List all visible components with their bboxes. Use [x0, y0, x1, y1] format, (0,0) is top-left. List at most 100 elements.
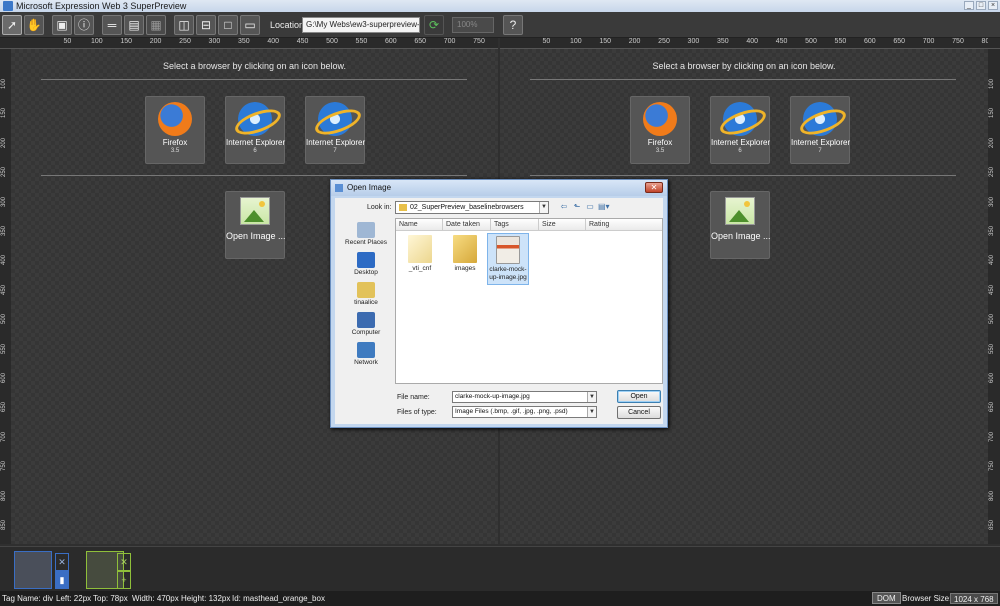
snapshot-thumbnail-blue[interactable]: [14, 551, 52, 589]
files-of-type-value: Image Files (.bmp, .gif, .jpg, .png, .ps…: [455, 408, 568, 415]
grid-icon[interactable]: ▤: [124, 15, 144, 35]
chevron-down-icon: ▼: [539, 202, 548, 213]
file-name-input[interactable]: clarke-mock-up-image.jpg ▼: [452, 391, 597, 403]
open-image-tile[interactable]: Open Image ...: [225, 191, 286, 259]
browser-name: Firefox: [647, 138, 673, 147]
app-icon: [3, 1, 13, 11]
onion-skin-layout-icon[interactable]: ▭: [240, 15, 260, 35]
close-window-button[interactable]: ×: [988, 1, 998, 10]
close-snapshot-icon[interactable]: ✕: [117, 553, 131, 571]
folder-icon: [408, 235, 432, 263]
help-icon[interactable]: ?: [503, 15, 523, 35]
single-layout-icon[interactable]: □: [218, 15, 238, 35]
refresh-icon[interactable]: ⟳: [424, 15, 444, 35]
ruler-tick-label: 750: [1, 461, 7, 472]
back-icon[interactable]: ⇦: [559, 202, 569, 211]
places-bar: Recent Places Desktop tinaalice Computer…: [338, 218, 394, 398]
status-tag-name: Tag Name: div: [2, 594, 54, 603]
side-by-side-layout-icon[interactable]: ◫: [174, 15, 194, 35]
ruler-tick-label: 850: [1, 519, 7, 530]
cancel-button[interactable]: Cancel: [617, 406, 661, 419]
divider: [530, 79, 956, 80]
open-image-tile[interactable]: Open Image ...: [710, 191, 771, 259]
ruler-tick-label: 600: [1, 372, 7, 383]
place-desktop[interactable]: Desktop: [338, 252, 394, 276]
browser-tile-ie7[interactable]: Internet Explorer 7: [790, 96, 850, 164]
ie-icon: [318, 102, 352, 136]
image-icon: [240, 197, 270, 225]
ruler-tick-label: 450: [296, 38, 309, 45]
ruler-tick-label: 700: [989, 431, 995, 442]
close-snapshot-icon[interactable]: ✕: [55, 553, 69, 571]
look-in-dropdown[interactable]: 02_SuperPreview_baselinebrowsers ▼: [395, 201, 549, 214]
browser-tile-firefox[interactable]: Firefox 3.5: [630, 96, 690, 164]
pane-hint: Select a browser by clicking on an icon …: [652, 61, 836, 71]
place-network[interactable]: Network: [338, 342, 394, 366]
new-folder-icon[interactable]: ▭: [585, 202, 595, 211]
column-size[interactable]: Size: [539, 219, 586, 231]
network-icon: [357, 342, 375, 358]
dialog-close-button[interactable]: ✕: [645, 182, 663, 193]
look-in-label: Look in:: [367, 204, 392, 211]
file-name-value: clarke-mock-up-image.jpg: [455, 393, 530, 400]
browser-version: 7: [818, 148, 822, 154]
add-snapshot-icon[interactable]: +: [117, 571, 131, 589]
browser-name: Internet Explorer: [711, 138, 771, 147]
overlay-icon[interactable]: ▦: [146, 15, 166, 35]
ruler-tick-label: 800: [989, 490, 995, 501]
browser-tile-ie6[interactable]: Internet Explorer 6: [710, 96, 770, 164]
minimize-button[interactable]: _: [964, 1, 974, 10]
open-button[interactable]: Open: [617, 390, 661, 403]
ruler-tick-label: 600: [384, 38, 397, 45]
ruler-corner-right: [988, 38, 1000, 49]
ruler-tick-label: 800: [1, 490, 7, 501]
column-tags[interactable]: Tags: [491, 219, 539, 231]
column-name[interactable]: Name: [396, 219, 443, 231]
info-icon[interactable]: ⓘ: [74, 15, 94, 35]
ruler-tick-label: 200: [989, 137, 995, 148]
place-user[interactable]: tinaalice: [338, 282, 394, 306]
maximize-button[interactable]: □: [976, 1, 986, 10]
browser-name: Internet Explorer: [791, 138, 851, 147]
dom-button[interactable]: DOM: [872, 592, 901, 604]
location-input[interactable]: G:\My Webs\ew3-superpreview-exar: [302, 17, 420, 33]
status-width: Width: 470px: [132, 594, 179, 603]
browser-name: Firefox: [162, 138, 188, 147]
up-folder-icon[interactable]: ⬑: [572, 202, 582, 211]
stacked-layout-icon[interactable]: ⊟: [196, 15, 216, 35]
pointer-tool-icon[interactable]: ➚: [2, 15, 22, 35]
file-list[interactable]: Name Date taken Tags Size Rating _vti_cn…: [395, 218, 663, 384]
browser-tile-firefox[interactable]: Firefox 3.5: [145, 96, 205, 164]
recent-places-icon: [357, 222, 375, 238]
file-item[interactable]: _vti_cnf: [399, 233, 441, 273]
ruler-tick-label: 500: [1, 314, 7, 325]
ruler-tick-label: 400: [989, 255, 995, 266]
place-label: tinaalice: [354, 299, 378, 306]
view-menu-icon[interactable]: ▤▾: [598, 202, 610, 211]
ruler-tick-label: 650: [893, 38, 906, 45]
file-item-selected[interactable]: clarke-mock-up-image.jpg: [487, 233, 529, 285]
dialog-body: Look in: 02_SuperPreview_baselinebrowser…: [335, 198, 663, 424]
ruler-tick-label: 600: [989, 372, 995, 383]
ruler-tick-label: 300: [687, 38, 700, 45]
horizontal-ruler-icon[interactable]: ═: [102, 15, 122, 35]
ruler-tick-label: 100: [989, 78, 995, 89]
place-recent-places[interactable]: Recent Places: [338, 222, 394, 246]
image-icon: [725, 197, 755, 225]
browser-tile-ie6[interactable]: Internet Explorer 6: [225, 96, 285, 164]
zoom-field[interactable]: 100%: [452, 17, 494, 33]
pan-tool-icon[interactable]: ✋: [24, 15, 44, 35]
status-left: Left: 22px: [56, 594, 92, 603]
horizontal-ruler-right: 50 100 150 200 250 300 350 400 450 500 550 600 650 70…: [500, 38, 993, 49]
files-of-type-dropdown[interactable]: Image Files (.bmp, .gif, .jpg, .png, .ps…: [452, 406, 597, 418]
file-name-label: File name:: [397, 394, 430, 401]
browser-size-dropdown[interactable]: 1024 x 768: [950, 593, 998, 604]
open-image-dialog: Open Image ✕ Look in: 02_SuperPreview_ba…: [330, 179, 668, 428]
place-computer[interactable]: Computer: [338, 312, 394, 336]
page-snapshot-icon[interactable]: ▣: [52, 15, 72, 35]
column-rating[interactable]: Rating: [586, 219, 664, 231]
file-item[interactable]: images: [444, 233, 486, 273]
snapshot-layout-icon[interactable]: ▮: [55, 571, 69, 589]
browser-tile-ie7[interactable]: Internet Explorer 7: [305, 96, 365, 164]
column-date-taken[interactable]: Date taken: [443, 219, 491, 231]
